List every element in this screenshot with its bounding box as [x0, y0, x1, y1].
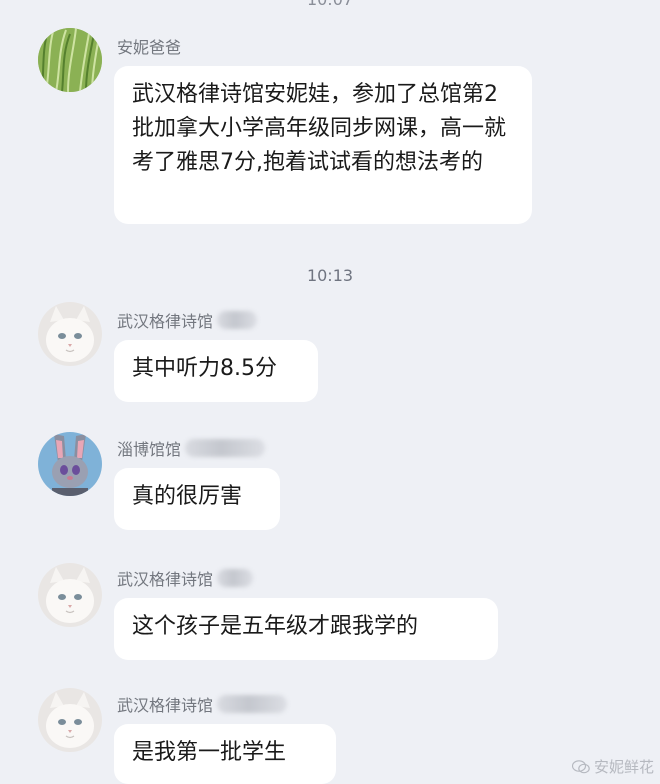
sender-name: 武汉格律诗馆 — [117, 566, 254, 590]
sender-label: 淄博馆馆 — [117, 440, 182, 459]
redacted-name — [217, 311, 258, 329]
message-text: 武汉格律诗馆安妮娃，参加了总馆第2批加拿大小学高年级同步网课，高一就考了雅思7分… — [132, 82, 507, 175]
grass-photo-avatar[interactable] — [38, 28, 102, 92]
wechat-icon — [571, 759, 590, 773]
white-cat-avatar[interactable] — [38, 563, 102, 627]
white-cat-avatar[interactable] — [38, 688, 102, 752]
message-bubble[interactable]: 真的很厉害 — [114, 468, 280, 530]
message-bubble[interactable]: 武汉格律诗馆安妮娃，参加了总馆第2批加拿大小学高年级同步网课，高一就考了雅思7分… — [114, 66, 532, 224]
watermark-text: 安妮鲜花 — [593, 758, 654, 776]
redacted-name — [185, 439, 266, 457]
watermark: 安妮鲜花 — [571, 756, 654, 777]
sender-name: 武汉格律诗馆 — [117, 308, 258, 332]
redacted-name — [217, 569, 254, 587]
message-text: 是我第一批学生 — [132, 740, 287, 765]
timestamp-top: 10:07 — [0, 0, 660, 9]
sender-name: 武汉格律诗馆 — [117, 692, 288, 716]
sender-label: 武汉格律诗馆 — [117, 696, 214, 715]
sender-label: 安妮爸爸 — [117, 38, 182, 57]
redacted-name — [217, 695, 288, 713]
message-text: 这个孩子是五年级才跟我学的 — [132, 614, 419, 639]
message-bubble[interactable]: 这个孩子是五年级才跟我学的 — [114, 598, 498, 660]
message-text: 其中听力8.5分 — [132, 356, 277, 381]
bunny-cartoon-avatar[interactable] — [38, 432, 102, 496]
message-bubble[interactable]: 其中听力8.5分 — [114, 340, 318, 402]
white-cat-avatar[interactable] — [38, 302, 102, 366]
sender-name: 安妮爸爸 — [117, 34, 181, 58]
timestamp-mid: 10:13 — [306, 266, 354, 285]
message-text: 真的很厉害 — [132, 484, 243, 509]
chat-window: 10:07 安妮爸爸 — [0, 0, 660, 784]
sender-label: 武汉格律诗馆 — [117, 570, 214, 589]
sender-label: 武汉格律诗馆 — [117, 312, 214, 331]
message-bubble[interactable]: 是我第一批学生 — [114, 724, 336, 784]
sender-name: 淄博馆馆 — [117, 436, 266, 460]
